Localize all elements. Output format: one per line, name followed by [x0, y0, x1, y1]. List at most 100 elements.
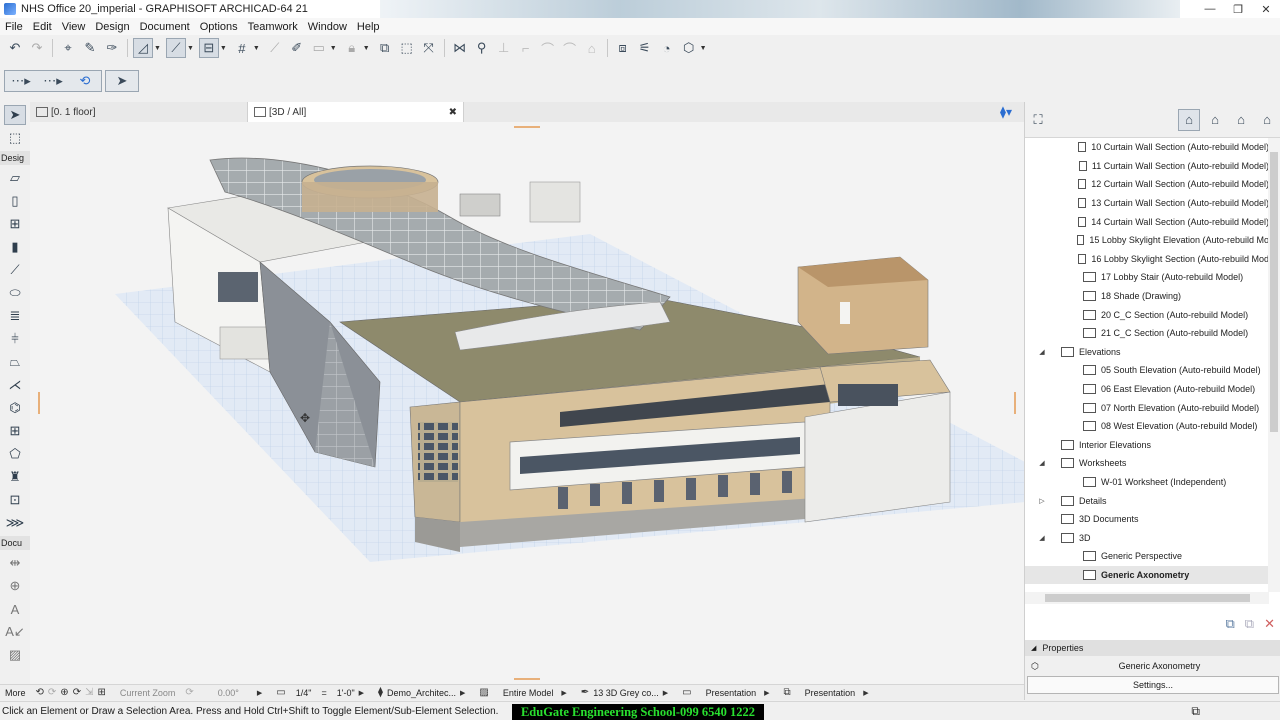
fit-icon[interactable]: ⇲ [85, 687, 93, 698]
clone-folder-icon[interactable]: ⧉ [1245, 616, 1254, 632]
dropdown-icon[interactable]: ▼ [700, 45, 707, 52]
railing-tool-icon[interactable]: ⫩ [4, 329, 26, 349]
guide-lines-icon[interactable]: ⟋ [165, 38, 186, 58]
new-viewpoint-icon[interactable]: ⧉ [1226, 616, 1235, 632]
toolbox-document-section[interactable]: Docu [0, 536, 30, 550]
tab-3d[interactable]: [3D / All] ✖ [248, 102, 464, 122]
element-filter-icon[interactable]: ⋯▸ [6, 71, 36, 91]
tree-item[interactable]: 08 West Elevation (Auto-rebuild Model) [1025, 417, 1269, 436]
minimize-button[interactable]: — [1196, 0, 1224, 18]
redo-icon[interactable]: ↷ [27, 38, 47, 58]
model-view-options[interactable]: ▭ Presentation ▶ [677, 687, 778, 698]
menu-file[interactable]: File [0, 21, 28, 33]
tree-item[interactable]: 18 Shade (Drawing) [1025, 287, 1269, 306]
wall-tool-icon[interactable]: ▱ [4, 168, 26, 188]
view-map-icon[interactable]: ⌂ [1204, 109, 1226, 131]
tree-item[interactable]: ▷ Details [1025, 491, 1269, 510]
dropdown-icon[interactable]: ▼ [253, 45, 260, 52]
project-map-icon[interactable]: ⌂ [1178, 108, 1200, 131]
tree-item[interactable]: 17 Lobby Stair (Auto-rebuild Model) [1025, 268, 1269, 287]
redo-zoom-icon[interactable]: ⟳ [48, 687, 56, 698]
layer-combination[interactable]: ⧫ Demo_Architec... ▶ [373, 687, 474, 698]
slab-tool-icon[interactable]: ⬭ [4, 283, 26, 303]
intersect-icon[interactable]: ⌒ [560, 38, 580, 58]
tree-item[interactable]: 10 Curtain Wall Section (Auto-rebuild Mo… [1025, 138, 1269, 157]
split-icon[interactable]: ⌐ [516, 38, 536, 58]
menu-design[interactable]: Design [90, 21, 134, 33]
menu-view[interactable]: View [57, 21, 91, 33]
morph-tool-icon[interactable]: ⬠ [4, 444, 26, 464]
toolbox-design-section[interactable]: Desig [0, 151, 30, 165]
layout-book-icon[interactable]: ⌂ [1230, 109, 1252, 131]
menu-help[interactable]: Help [352, 21, 385, 33]
gravity-icon[interactable]: ◿ [133, 38, 153, 58]
tree-item[interactable]: 07 North Elevation (Auto-rebuild Model) [1025, 398, 1269, 417]
label-tool-icon[interactable]: A↙ [4, 622, 26, 642]
pen-set[interactable]: ✒ 13 3D Grey co... ▶ [576, 687, 677, 698]
door-tool-icon[interactable]: ▯ [4, 191, 26, 211]
tree-item[interactable]: W-01 Worksheet (Independent) [1025, 473, 1269, 492]
menu-document[interactable]: Document [135, 21, 195, 33]
tree-horizontal-scrollbar[interactable] [1025, 592, 1269, 604]
zoom-icon[interactable]: ⚲ [472, 38, 492, 58]
undo-icon[interactable]: ↶ [5, 38, 25, 58]
dropdown-icon[interactable]: ▼ [220, 45, 227, 52]
tab-floor-plan[interactable]: [0. 1 floor] [30, 102, 248, 122]
tree-item[interactable]: ◢ 3D [1025, 528, 1269, 547]
tree-item[interactable]: 21 C_C Section (Auto-rebuild Model) [1025, 324, 1269, 343]
settings-button[interactable]: Settings... [1027, 676, 1279, 694]
roof-icon[interactable]: ⌂ [582, 38, 602, 58]
menu-options[interactable]: Options [195, 21, 243, 33]
adjust-icon[interactable]: ⌒ [538, 38, 558, 58]
tree-item[interactable]: 14 Curtain Wall Section (Auto-rebuild Mo… [1025, 212, 1269, 231]
tree-expander-icon[interactable]: ◢ [1037, 348, 1047, 356]
tree-item[interactable]: 11 Curtain Wall Section (Auto-rebuild Mo… [1025, 157, 1269, 176]
close-button[interactable]: ✕ [1252, 0, 1280, 18]
tree-item[interactable]: Generic Axonometry [1025, 565, 1269, 585]
tree-item[interactable]: ◢ Worksheets [1025, 454, 1269, 473]
tree-expander-icon[interactable]: ▷ [1037, 497, 1047, 505]
dropdown-icon[interactable]: ▼ [187, 45, 194, 52]
rotate-orbit-icon[interactable]: ⟲ [70, 71, 100, 91]
restore-button[interactable]: ❐ [1224, 0, 1252, 18]
toolbox-more[interactable]: More [0, 688, 31, 698]
menu-window[interactable]: Window [303, 21, 352, 33]
view-mode-icon[interactable]: ⧫▾ [1000, 105, 1012, 119]
beam-tool-icon[interactable]: ⟋ [4, 260, 26, 280]
menu-edit[interactable]: Edit [28, 21, 57, 33]
delete-icon[interactable]: ✕ [1264, 616, 1275, 632]
fill-tool-icon[interactable]: ▨ [4, 645, 26, 665]
dimension-tool-icon[interactable]: ⇹ [4, 553, 26, 573]
current-zoom[interactable]: Current Zoom [115, 688, 181, 698]
rotation-angle[interactable]: ⟳ 0.00° ▶ [180, 687, 271, 698]
paint-icon[interactable]: ⚟ [635, 38, 655, 58]
arrow-tool-icon[interactable]: ➤ [4, 105, 26, 125]
roof-tool-icon[interactable]: ⏢ [4, 352, 26, 372]
close-tab-icon[interactable]: ✖ [449, 107, 457, 118]
marquee-cut-icon[interactable]: ⤧ [419, 38, 439, 58]
show-selection-icon[interactable]: ⧉ [375, 38, 395, 58]
level-dimension-icon[interactable]: ⊕ [4, 576, 26, 596]
pick-up-icon[interactable]: ✎ [80, 38, 100, 58]
tree-item[interactable]: 06 East Elevation (Auto-rebuild Model) [1025, 380, 1269, 399]
dropdown-icon[interactable]: ▼ [154, 45, 161, 52]
object-tool-icon[interactable]: ♜ [4, 467, 26, 487]
pan-icon[interactable]: ⟳ [73, 687, 81, 698]
column-tool-icon[interactable]: ▮ [4, 237, 26, 257]
solid-operations-icon[interactable]: ⧈ [613, 38, 633, 58]
dimension-standard[interactable]: ⧉ Presentation ▶ [779, 687, 878, 698]
navigator-popup-icon[interactable]: ⛶ [1027, 109, 1049, 131]
dropdown-icon[interactable]: ▼ [363, 45, 370, 52]
structure-display[interactable]: ▨ Entire Model ▶ [474, 687, 575, 698]
zoom-in-icon[interactable]: ⊕ [60, 687, 68, 698]
stair-tool-icon[interactable]: ≣ [4, 306, 26, 326]
snap-guides-icon[interactable]: ⊟ [198, 38, 219, 58]
mesh-tool-icon[interactable]: ⌬ [4, 398, 26, 418]
suspend-groups-icon[interactable]: ⟋ [265, 38, 285, 58]
marquee-tool-icon[interactable]: ⬚ [4, 128, 26, 148]
3d-window-icon[interactable]: ⬚ [397, 38, 417, 58]
cut-plane-icon[interactable]: ◔ [657, 38, 677, 58]
window-tool-icon[interactable]: ⊞ [4, 214, 26, 234]
arrow-icon[interactable]: ➤ [107, 71, 137, 91]
trim-icon[interactable]: ⊥ [494, 38, 514, 58]
